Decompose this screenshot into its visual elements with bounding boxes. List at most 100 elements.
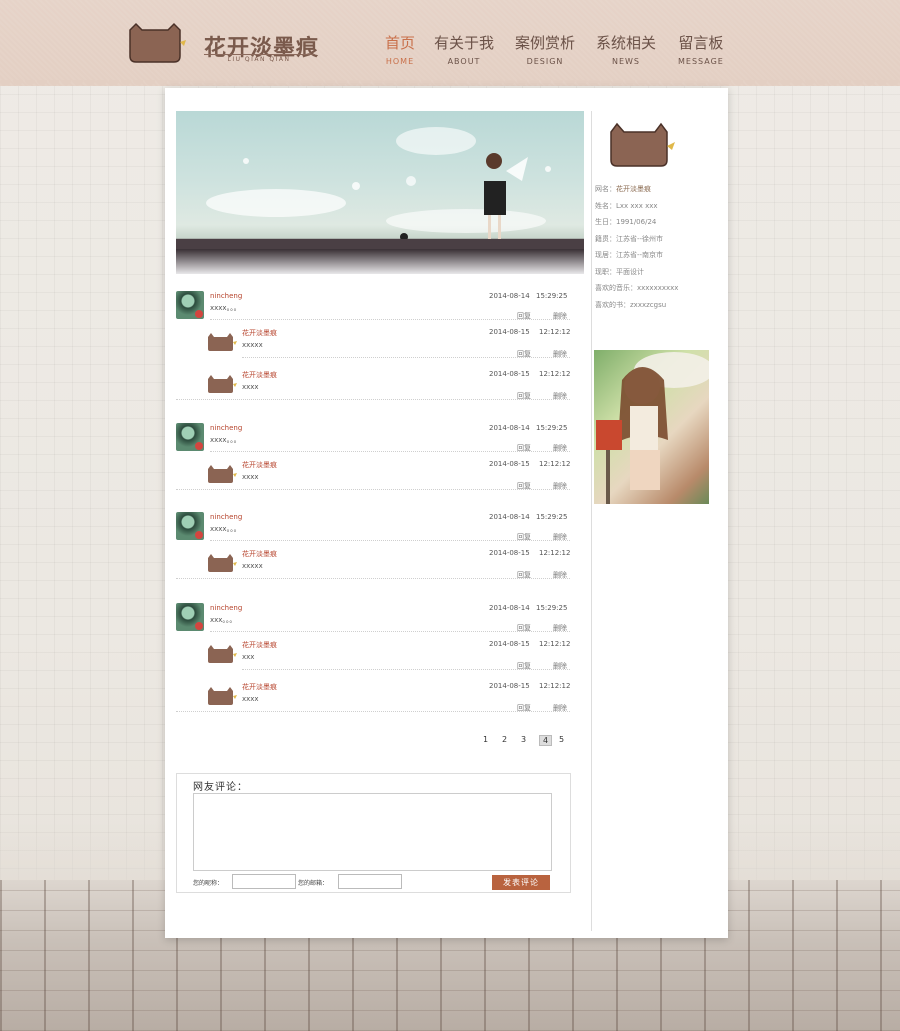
reply-author[interactable]: 花开淡墨痕 (242, 460, 277, 470)
reply-time: 12:12:12 (539, 682, 571, 690)
page-link[interactable]: 5 (559, 735, 564, 744)
reply-author[interactable]: 花开淡墨痕 (242, 549, 277, 559)
comment-form-title: 网友评论： (193, 782, 248, 793)
nav-label-cn: 首页 (385, 34, 416, 52)
comment-textarea[interactable] (193, 793, 552, 871)
comment-date: 2014-08-14 (489, 513, 530, 521)
nav-item-home[interactable]: 首页 HOME (385, 32, 415, 66)
sidebar-illustration (594, 350, 709, 504)
email-label: 您的邮箱： (298, 880, 329, 887)
comment-author[interactable]: nincheng (210, 424, 242, 432)
reply-text: xxx (242, 653, 255, 661)
nav-item-about[interactable]: 有关于我 ABOUT (434, 32, 494, 66)
profile-value: xxxxxxxxxx (637, 284, 679, 292)
reply-author[interactable]: 花开淡墨痕 (242, 370, 277, 380)
email-input[interactable] (338, 874, 402, 889)
sidebar-divider (591, 111, 592, 931)
thread-separator (176, 711, 570, 712)
heart-badge-icon (195, 442, 203, 450)
reply-time: 12:12:12 (539, 640, 571, 648)
submit-comment-button[interactable]: 发表评论 (492, 875, 550, 890)
reply-separator (242, 357, 570, 358)
reply-date: 2014-08-15 (489, 370, 530, 378)
nav-item-message[interactable]: 留言板 MESSAGE (678, 32, 724, 66)
comment-author[interactable]: nincheng (210, 604, 242, 612)
reply-time: 12:12:12 (539, 370, 571, 378)
comment-form: 网友评论： 您的昵称： 您的邮箱： 发表评论 (176, 773, 571, 893)
comment-text: xxx。。。 (210, 616, 237, 624)
nav-item-design[interactable]: 案例赏析 DESIGN (515, 32, 575, 66)
profile-value: zxxxzcgsu (630, 300, 667, 309)
profile-row: 姓名：Lxx xxx xxx (595, 201, 658, 211)
comment-author[interactable]: nincheng (210, 292, 242, 300)
nav-label-cn: 案例赏析 (515, 34, 576, 52)
profile-value: Lxx xxx xxx (616, 201, 658, 210)
heart-badge-icon (195, 310, 203, 318)
reply-text: xxxx (242, 383, 259, 391)
comment-text: xxxx。。。 (210, 525, 241, 533)
comment-date: 2014-08-14 (489, 424, 530, 432)
profile-label: 生日： (595, 218, 616, 226)
reply-author[interactable]: 花开淡墨痕 (242, 328, 277, 338)
cat-avatar-icon (208, 645, 237, 663)
profile-value: 1991/06/24 (616, 218, 657, 226)
thread-separator (176, 399, 570, 400)
page-link[interactable]: 4 (539, 735, 553, 746)
profile-label: 网名： (595, 185, 616, 193)
banner-illustration (176, 127, 584, 249)
comment-time: 15:29:25 (536, 292, 568, 300)
nav-label-en: ABOUT (447, 57, 481, 66)
comment-time: 15:29:25 (536, 513, 568, 521)
comment-text: xxxx。。。 (210, 304, 241, 312)
site-logo-subtitle: LIU QIAN QIAN (204, 54, 314, 63)
nav-label-en: MESSAGE (678, 57, 724, 66)
reply-text: xxxxx (242, 562, 263, 570)
reply-author[interactable]: 花开淡墨痕 (242, 640, 277, 650)
cat-avatar-icon (208, 687, 237, 705)
cat-avatar-icon (208, 375, 237, 393)
cat-avatar-icon (208, 465, 237, 483)
user-avatar[interactable] (176, 512, 204, 540)
nav-label-cn: 系统相关 (596, 34, 657, 52)
reply-time: 12:12:12 (539, 460, 571, 468)
nav-label-en: DESIGN (526, 57, 564, 66)
comment-time: 15:29:25 (536, 424, 568, 432)
profile-row: 网名：花开淡墨痕 (595, 184, 651, 194)
nickname-input[interactable] (232, 874, 296, 889)
cat-avatar-icon (208, 554, 237, 572)
thread-separator (176, 489, 570, 490)
reply-time: 12:12:12 (539, 328, 571, 336)
comment-date: 2014-08-14 (489, 292, 530, 300)
profile-row: 现居：江苏省--南京市 (595, 250, 663, 260)
user-avatar[interactable] (176, 603, 204, 631)
banner-image (176, 111, 584, 274)
profile-row: 喜欢的书：zxxxzcgsu (595, 300, 666, 310)
profile-label: 籍贯： (595, 234, 616, 243)
profile-label: 喜欢的书： (595, 300, 630, 309)
reply-time: 12:12:12 (539, 549, 571, 557)
page-link[interactable]: 2 (502, 735, 507, 744)
reply-author[interactable]: 花开淡墨痕 (242, 682, 277, 692)
nickname-label: 您的昵称： (193, 880, 224, 887)
profile-row: 生日：1991/06/24 (595, 217, 656, 227)
nav-item-news[interactable]: 系统相关 NEWS (596, 32, 656, 66)
cat-logo-icon[interactable] (128, 22, 186, 64)
comment-separator (210, 540, 570, 541)
reply-text: xxxx (242, 695, 259, 703)
page-link[interactable]: 1 (483, 735, 488, 744)
reply-text: xxxxx (242, 341, 263, 349)
page-link[interactable]: 3 (521, 735, 526, 744)
comment-author[interactable]: nincheng (210, 513, 242, 521)
reply-separator (242, 669, 570, 670)
reply-date: 2014-08-15 (489, 682, 530, 690)
comment-text: xxxx。。。 (210, 436, 241, 444)
profile-label: 姓名： (595, 201, 616, 210)
profile-row: 喜欢的音乐：xxxxxxxxxx (595, 283, 678, 293)
user-avatar[interactable] (176, 423, 204, 451)
profile-value: 花开淡墨痕 (616, 185, 651, 193)
site-header: 花开淡墨痕 LIU QIAN QIAN 首页 HOME 有关于我 ABOUT 案例赏析 D… (0, 0, 900, 92)
reply-text: xxxx (242, 473, 259, 481)
user-avatar[interactable] (176, 291, 204, 319)
comment-date: 2014-08-14 (489, 604, 530, 612)
comment-time: 15:29:25 (536, 604, 568, 612)
